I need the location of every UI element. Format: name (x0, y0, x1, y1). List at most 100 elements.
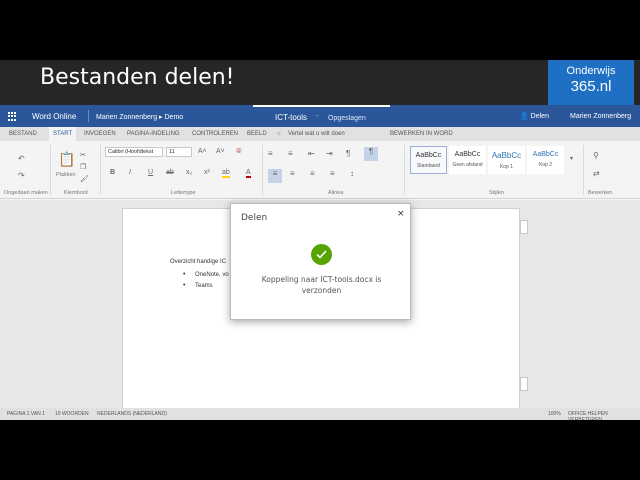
person-icon: 👤 (520, 113, 529, 120)
clear-format-icon[interactable]: ⦾ (236, 148, 242, 156)
undo-icon[interactable]: ↶ (18, 154, 25, 163)
tab-pagina-indeling[interactable]: PAGINA-INDELING (127, 131, 180, 137)
style-name: Geen afstand (452, 162, 483, 168)
ribbon-divider (262, 145, 263, 195)
redo-icon[interactable]: ↷ (18, 171, 25, 180)
style-preview: AaBbCc (415, 152, 442, 159)
shrink-font-icon[interactable]: A˅ (216, 148, 225, 155)
app-name[interactable]: Word Online (32, 112, 76, 121)
brand-line2: 365.nl (570, 78, 612, 95)
word-count: 10 WOORDEN (55, 411, 89, 417)
styles-more-icon[interactable]: ▾ (570, 155, 573, 162)
style-name: Kop 1 (499, 164, 514, 170)
highlight-icon[interactable]: ab (222, 169, 230, 178)
style-name: Kop 2 (538, 162, 553, 168)
share-dialog: Delen × Koppeling naar ICT-tools.docx is… (230, 203, 411, 320)
title-banner: Bestanden delen! Onderwijs 365.nl (0, 60, 640, 105)
document-line: Overzicht handige IC (170, 259, 227, 265)
font-group-label: Lettertype (171, 190, 196, 196)
video-frame: Bestanden delen! Onderwijs 365.nl Word O… (0, 0, 640, 480)
tab-start[interactable]: START (49, 127, 77, 141)
bold-icon[interactable]: B (110, 169, 115, 176)
tell-me-box[interactable]: Vertel wat u wilt doen (288, 131, 345, 137)
ribbon-divider (50, 145, 51, 195)
scroll-marker-bottom[interactable] (520, 377, 528, 391)
subscript-icon[interactable]: x₂ (186, 169, 192, 176)
dialog-title: Delen (241, 213, 268, 223)
scroll-marker-top[interactable] (520, 220, 528, 234)
user-name[interactable]: Marien Zonnenberg (570, 113, 631, 120)
increase-indent-icon[interactable]: ⇥ (326, 149, 333, 158)
style-standaard[interactable]: AaBbCc Standaard (410, 146, 447, 174)
style-name: Standaard (416, 163, 441, 169)
app-header: Word Online Marien Zonnenberg ▸ Demo ICT… (0, 105, 640, 127)
paragraph-group-label: Alinea (328, 190, 344, 196)
font-color-icon[interactable]: A (246, 169, 251, 178)
edit-in-word-button[interactable]: BEWERKEN IN WORD (390, 131, 453, 137)
zoom-level[interactable]: 100% (548, 411, 561, 417)
font-name-box[interactable]: Calibri (Hoofdtekst (105, 147, 163, 157)
breadcrumb[interactable]: Marien Zonnenberg ▸ Demo (96, 113, 183, 121)
document-title-area: ICT-tools - Opgeslagen (253, 105, 390, 127)
paste-icon[interactable]: 📋 (58, 151, 75, 168)
find-icon[interactable]: ⚲ (593, 151, 599, 160)
cut-icon[interactable]: ✂ (80, 151, 86, 159)
ribbon-tabs: BESTAND START INVOEGEN PAGINA-INDELING C… (0, 127, 640, 141)
language-status[interactable]: NEDERLANDS (NEDERLAND) (97, 411, 167, 417)
style-kop-1[interactable]: AaBbCc Kop 1 (488, 146, 525, 174)
bullet-list: OneNote, vo Teams (183, 271, 229, 294)
copy-icon[interactable]: ❐ (80, 163, 86, 171)
replace-icon[interactable]: ⇄ (593, 169, 600, 178)
close-icon[interactable]: × (397, 209, 405, 219)
style-preview: AaBbCc (454, 151, 481, 158)
lightbulb-icon: ○ (277, 131, 281, 137)
editing-group-label: Bewerken (588, 190, 613, 196)
tab-controleren[interactable]: CONTROLEREN (192, 131, 238, 137)
checkmark-icon (311, 244, 332, 265)
brand-line1: Onderwijs (566, 65, 616, 77)
share-button[interactable]: 👤 Delen (520, 112, 549, 120)
font-size-box[interactable]: 11 (166, 147, 192, 157)
show-marks-icon[interactable]: ¶ (364, 147, 378, 161)
ribbon-divider (100, 145, 101, 195)
justify-icon[interactable]: ≡ (330, 169, 335, 178)
ribbon-divider (583, 145, 584, 195)
bullets-icon[interactable]: ≡ (268, 149, 273, 158)
line-spacing-icon[interactable]: ↕ (350, 169, 354, 178)
undo-group-label: Ongedaan maken (4, 190, 48, 196)
italic-icon[interactable]: I (129, 169, 131, 176)
grow-font-icon[interactable]: A˄ (198, 148, 207, 155)
help-improve-link[interactable]: OFFICE HELPEN VERBETEREN (568, 411, 640, 420)
style-preview: AaBbCc (532, 151, 559, 158)
ribbon-divider (404, 145, 405, 195)
share-label: Delen (530, 113, 549, 120)
ltr-icon[interactable]: ¶ (346, 149, 350, 158)
document-title[interactable]: ICT-tools (275, 113, 307, 122)
align-center-icon[interactable]: ≡ (290, 169, 295, 178)
page-count: PAGINA 1 VAN 1 (7, 411, 45, 417)
app-launcher-icon[interactable] (8, 112, 17, 121)
tab-bestand[interactable]: BESTAND (9, 131, 37, 137)
style-kop-2[interactable]: AaBbCc Kop 2 (527, 146, 564, 174)
superscript-icon[interactable]: x² (204, 169, 210, 176)
paste-label: Plakken (56, 172, 76, 178)
ribbon-start: ↶ ↷ Ongedaan maken 📋 Plakken ✂ ❐ 🖌 Klemb… (0, 141, 640, 199)
list-item: Teams (183, 282, 229, 289)
style-geen-afstand[interactable]: AaBbCc Geen afstand (449, 146, 486, 174)
tab-beeld[interactable]: BEELD (247, 131, 267, 137)
save-status: Opgeslagen (328, 115, 366, 122)
strikethrough-icon[interactable]: ab (166, 169, 174, 176)
clipboard-group-label: Klembord (64, 190, 88, 196)
dialog-message: Koppeling naar ICT-tools.docx is verzond… (261, 275, 382, 295)
underline-icon[interactable]: U (148, 169, 153, 176)
align-right-icon[interactable]: ≡ (310, 169, 315, 178)
tab-invoegen[interactable]: INVOEGEN (84, 131, 116, 137)
header-divider (88, 110, 89, 122)
style-preview: AaBbCc (491, 151, 522, 160)
styles-group-label: Stijlen (489, 190, 504, 196)
numbering-icon[interactable]: ≡ (288, 149, 293, 158)
list-item: OneNote, vo (183, 271, 229, 278)
format-painter-icon[interactable]: 🖌 (80, 175, 89, 183)
align-left-icon[interactable]: ≡ (268, 169, 282, 183)
decrease-indent-icon[interactable]: ⇤ (308, 149, 315, 158)
